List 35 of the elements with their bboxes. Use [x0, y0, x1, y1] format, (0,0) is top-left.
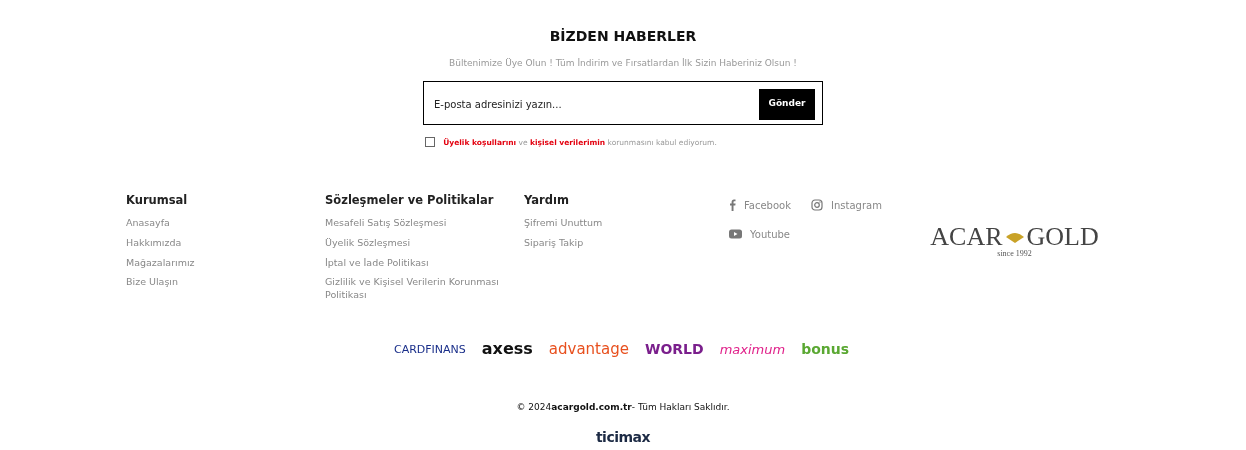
footer-link[interactable]: Anasayfa: [126, 217, 325, 230]
facebook-icon: [729, 199, 736, 212]
emblem-icon: [1004, 230, 1025, 243]
card-logo: bonus: [801, 342, 850, 357]
card-logo: advantage: [548, 341, 629, 357]
card-logo: axess: [481, 341, 533, 358]
social-link[interactable]: Instagram: [811, 197, 882, 213]
footer-link[interactable]: Sipariş Takip: [524, 236, 723, 250]
social-link[interactable]: Facebook: [729, 197, 791, 213]
footer-link[interactable]: Bize Ulaşın: [126, 276, 325, 290]
footer-link[interactable]: Üyelik Sözleşmesi: [325, 236, 524, 250]
brand-logo: ACAR GOLD: [930, 223, 1099, 250]
submit-button[interactable]: Gönder: [759, 88, 815, 120]
email-field[interactable]: E-posta adresinizi yazın... Gönder: [423, 80, 823, 125]
social-link[interactable]: Youtube: [729, 226, 790, 242]
footer-link[interactable]: Gizlilik ve Kişisel Verilerin Korunması Politikası: [325, 276, 524, 303]
copyright-text: © 2024acargold.com.tr- Tüm Hakları Saklıdır.: [515, 401, 731, 415]
card-logo: CARDFINANS: [393, 343, 466, 355]
footer-link[interactable]: İptal ve İade Politikası: [325, 256, 524, 270]
newsletter-subtitle: Bültenimize Üye Olun ! Tüm İndirim ve Fırsatlardan İlk Sizin Haberiniz Olsun !: [448, 57, 798, 70]
footer-link[interactable]: Mağazalarımız: [126, 256, 325, 270]
instagram-icon: [811, 199, 823, 212]
footer-link[interactable]: Hakkımızda: [126, 236, 325, 250]
card-logo: WORLD: [644, 342, 704, 357]
platform-logo: ticimax: [595, 428, 651, 445]
column-heading: Kurumsal: [126, 191, 189, 209]
checkbox[interactable]: [425, 137, 436, 148]
youtube-icon: [729, 229, 742, 240]
column-heading: Yardım: [524, 191, 570, 209]
column-heading: Sözleşmeler ve Politikalar: [325, 191, 495, 209]
footer-link[interactable]: Mesafeli Satış Sözleşmesi: [325, 217, 524, 230]
brand-tagline: since 1992: [997, 247, 1032, 260]
newsletter-title: BİZDEN HABERLER: [548, 27, 698, 46]
card-logo: maximum: [719, 342, 786, 356]
footer-link[interactable]: Şifremi Unuttum: [524, 217, 723, 230]
